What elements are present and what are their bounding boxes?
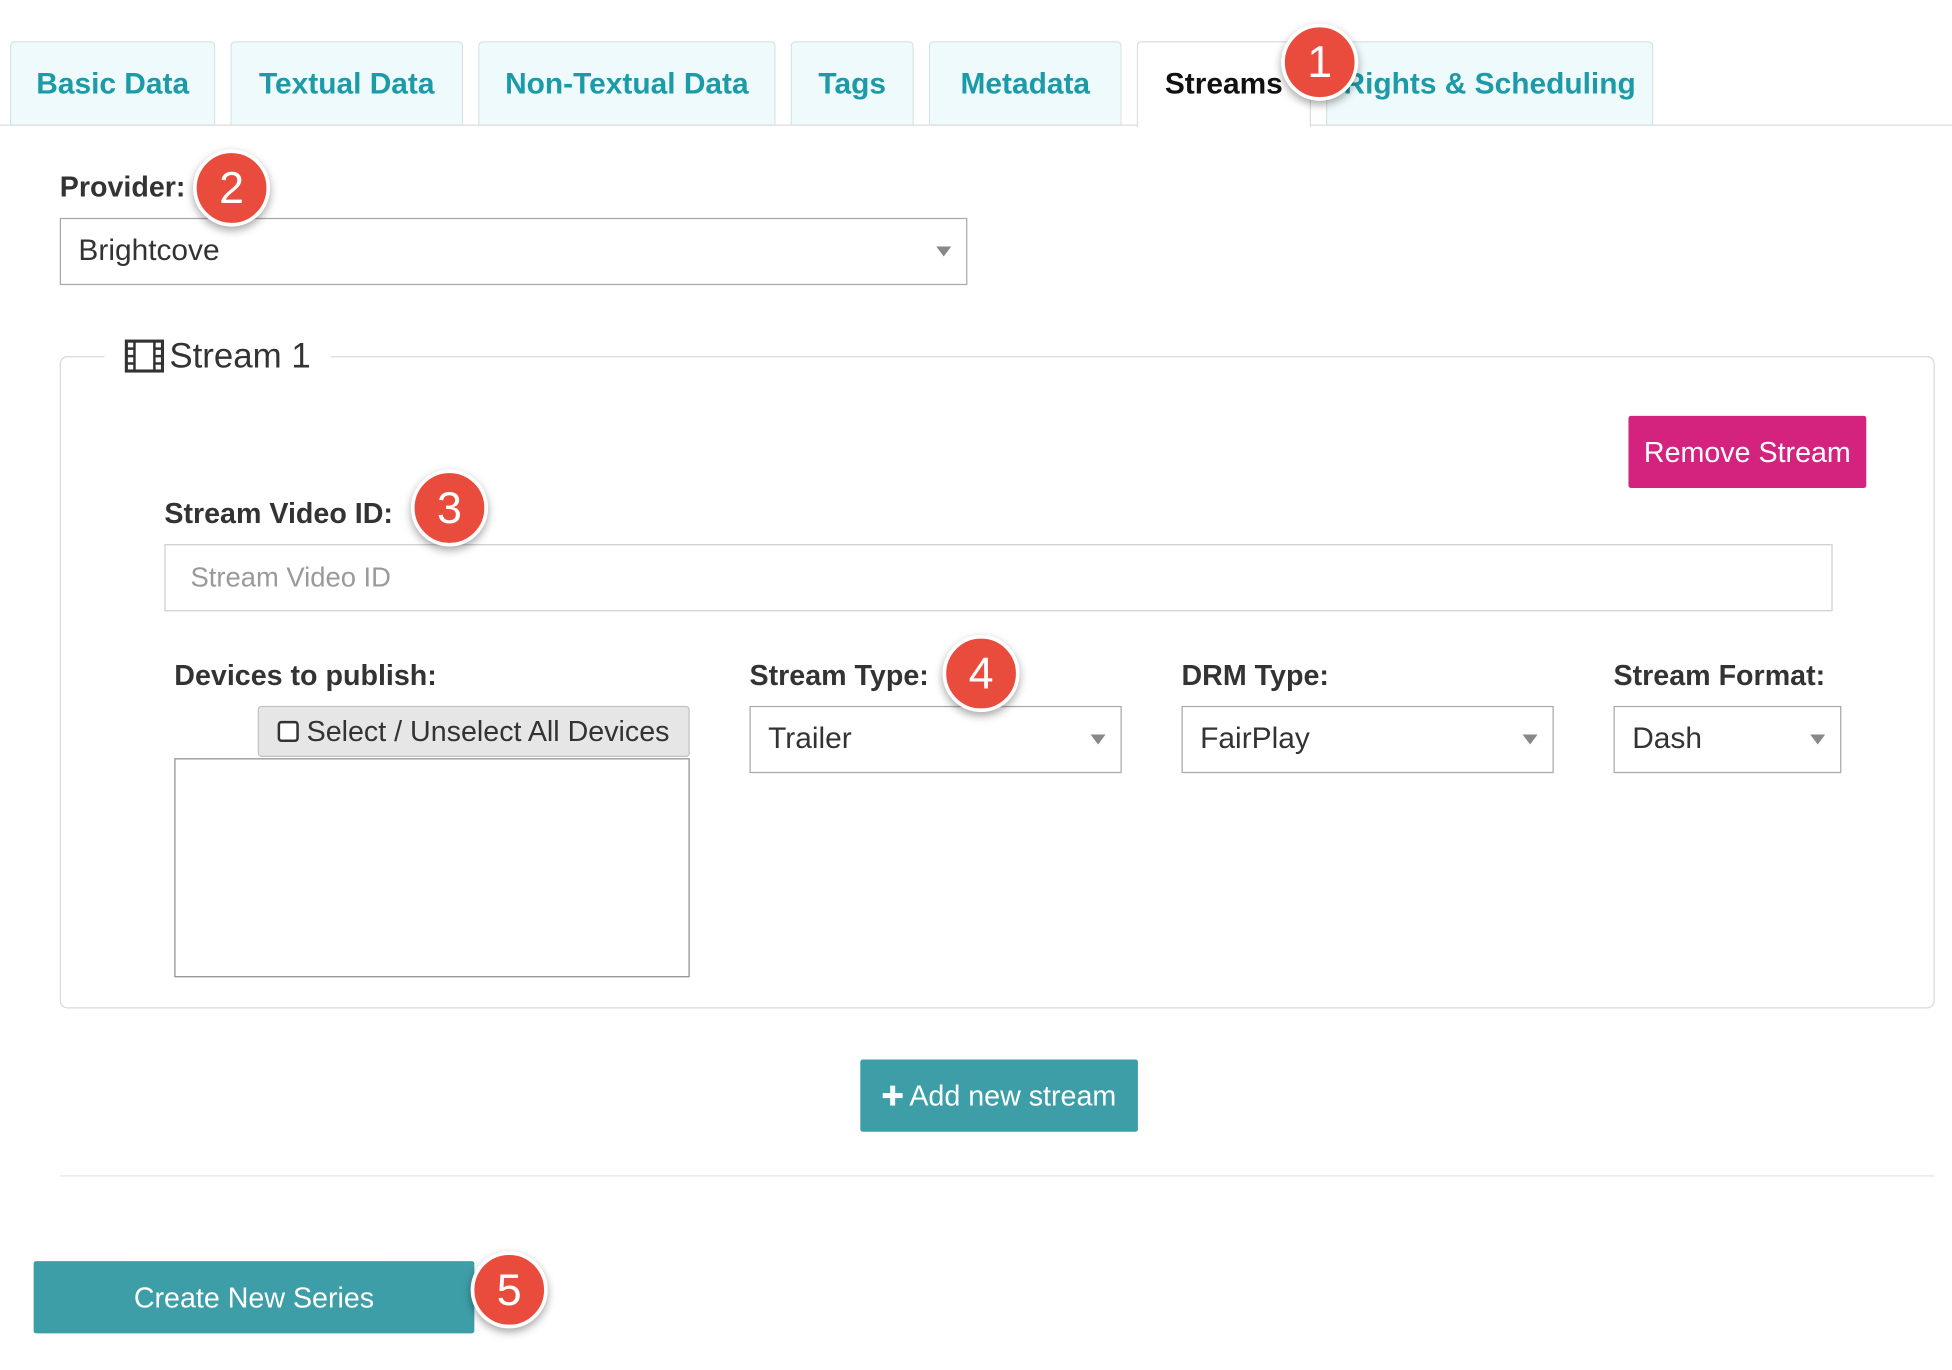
provider-label: Provider: — [59, 170, 186, 203]
annotation-badge-4: 4 — [942, 634, 1020, 713]
stream-legend-label: Stream 1 — [169, 336, 311, 375]
stream-type-select[interactable]: Trailer — [749, 705, 1122, 774]
select-all-devices-label: Select / Unselect All Devices — [306, 714, 670, 747]
checkbox-icon — [277, 720, 300, 743]
tab-rights-scheduling[interactable]: Rights & Scheduling — [1325, 41, 1654, 126]
devices-label: Devices to publish: — [174, 658, 437, 691]
drm-type-select[interactable]: FairPlay — [1181, 705, 1554, 774]
select-all-devices-button[interactable]: Select / Unselect All Devices — [257, 705, 690, 757]
provider-select[interactable]: Brightcove — [59, 217, 968, 286]
devices-list[interactable] — [174, 758, 690, 978]
add-new-stream-label: Add new stream — [909, 1078, 1117, 1112]
chevron-down-icon — [1810, 734, 1826, 745]
tab-basic-data[interactable]: Basic Data — [9, 41, 216, 126]
section-divider — [59, 1175, 1935, 1177]
stream-video-id-label: Stream Video ID: — [164, 496, 393, 530]
stream-type-value: Trailer — [768, 722, 852, 756]
stream-video-id-input[interactable] — [164, 544, 1833, 612]
chevron-down-icon — [936, 246, 952, 257]
annotation-badge-2: 2 — [192, 149, 271, 227]
stream-legend: Stream 1 — [104, 331, 331, 381]
stream-format-value: Dash — [1632, 722, 1702, 756]
streams-form-page: Basic Data Textual Data Non-Textual Data… — [0, 0, 1952, 1370]
tab-bar-divider — [0, 124, 1952, 126]
tab-tags[interactable]: Tags — [790, 41, 914, 126]
chevron-down-icon — [1090, 734, 1106, 745]
plus-icon — [883, 1085, 904, 1106]
create-new-series-button[interactable]: Create New Series — [33, 1261, 475, 1334]
stream-format-label: Stream Format: — [1613, 658, 1826, 691]
tab-metadata[interactable]: Metadata — [928, 41, 1122, 126]
stream-type-label: Stream Type: — [749, 658, 929, 691]
drm-type-label: DRM Type: — [1181, 658, 1329, 691]
remove-stream-button[interactable]: Remove Stream — [1628, 415, 1867, 489]
provider-select-value: Brightcove — [78, 234, 220, 268]
annotation-badge-1: 1 — [1281, 23, 1359, 101]
tab-non-textual-data[interactable]: Non-Textual Data — [478, 41, 776, 126]
film-icon — [124, 339, 165, 373]
chevron-down-icon — [1522, 734, 1538, 745]
stream-format-select[interactable]: Dash — [1613, 705, 1842, 774]
annotation-badge-5: 5 — [470, 1251, 548, 1329]
tab-textual-data[interactable]: Textual Data — [230, 41, 464, 126]
drm-type-value: FairPlay — [1200, 722, 1310, 756]
annotation-badge-3: 3 — [410, 469, 489, 547]
add-new-stream-button[interactable]: Add new stream — [860, 1059, 1138, 1132]
